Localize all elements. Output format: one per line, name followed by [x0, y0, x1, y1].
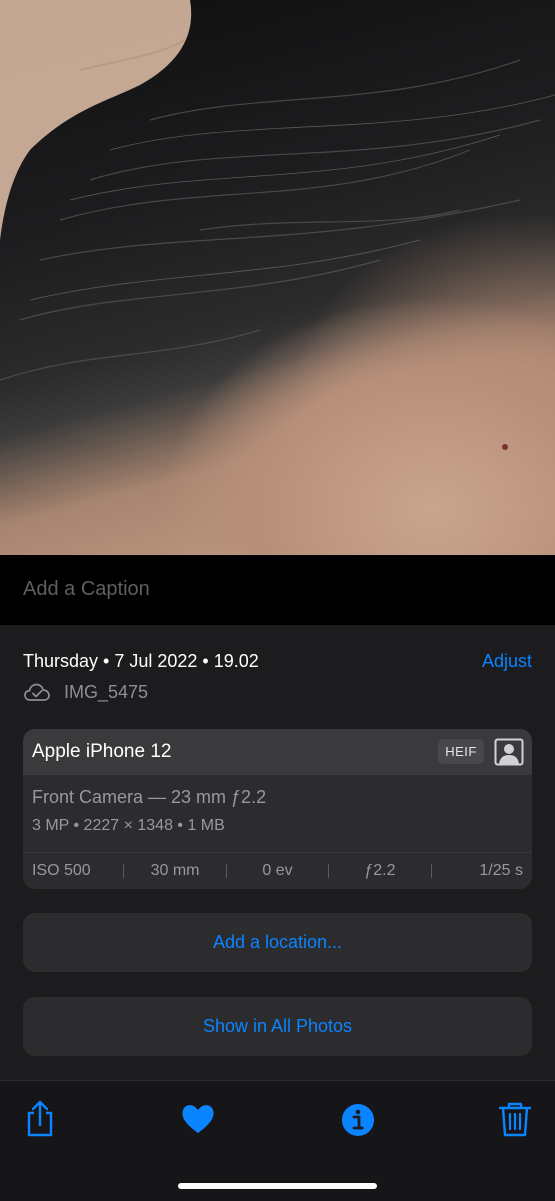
image-specs: 3 MP • 2227 × 1348 • 1 MB	[32, 817, 225, 834]
info-icon[interactable]	[340, 1100, 376, 1138]
exif-iso: ISO 500	[32, 862, 91, 879]
exif-exposure-bias: 0 ev	[262, 862, 293, 879]
share-icon[interactable]	[22, 1100, 58, 1138]
camera-info-card: Apple iPhone 12 HEIF Front Camera — 23 m…	[23, 729, 532, 889]
exif-shutter: 1/25 s	[479, 862, 523, 879]
icloud-check-icon	[24, 683, 50, 701]
add-location-button[interactable]: Add a location...	[23, 913, 532, 972]
card-header: Apple iPhone 12 HEIF	[23, 729, 532, 775]
exif-focal-length: 30 mm	[150, 862, 200, 879]
hair-texture	[0, 0, 555, 450]
format-badge: HEIF	[438, 739, 484, 764]
heart-icon[interactable]	[180, 1100, 216, 1138]
lens-info: Front Camera — 23 mm ƒ2.2	[32, 787, 267, 807]
adjust-button[interactable]: Adjust	[482, 651, 532, 672]
caption-input[interactable]: Add a Caption	[23, 578, 150, 601]
filename: IMG_5475	[64, 682, 149, 702]
home-indicator[interactable]	[178, 1183, 377, 1189]
photo-preview[interactable]	[0, 0, 555, 555]
photo-date: Thursday • 7 Jul 2022 • 19.02	[23, 651, 259, 671]
portrait-icon	[494, 738, 524, 766]
trash-icon[interactable]	[497, 1100, 533, 1138]
device-name: Apple iPhone 12	[32, 741, 172, 762]
exif-aperture: ƒ2.2	[364, 862, 396, 879]
show-in-all-photos-button[interactable]: Show in All Photos	[23, 997, 532, 1056]
exif-row: ISO 500 30 mm 0 ev ƒ2.2 1/25 s	[23, 853, 532, 889]
